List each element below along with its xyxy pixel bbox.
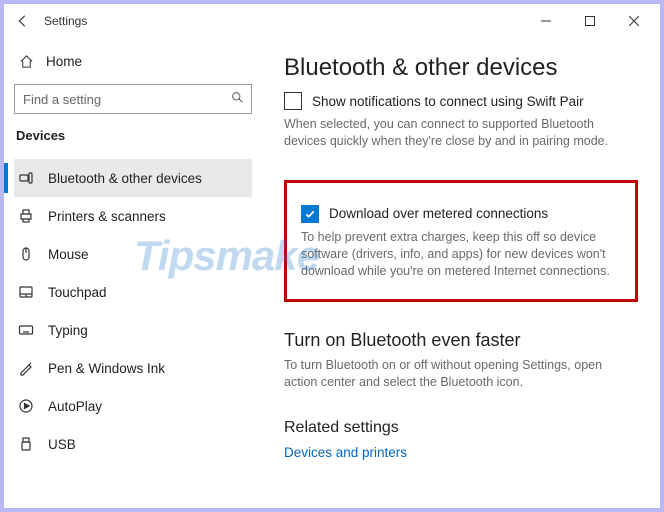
page-title: Bluetooth & other devices xyxy=(284,54,638,82)
metered-row: Download over metered connections xyxy=(301,205,621,223)
usb-icon xyxy=(16,436,36,452)
search-wrap xyxy=(14,84,252,114)
swift-pair-label: Show notifications to connect using Swif… xyxy=(312,94,584,109)
sidebar-home-label: Home xyxy=(46,54,82,69)
sidebar-home[interactable]: Home xyxy=(14,44,252,78)
swift-pair-checkbox[interactable] xyxy=(284,92,302,110)
sidebar-item-label: Pen & Windows Ink xyxy=(48,361,165,376)
metered-desc: To help prevent extra charges, keep this… xyxy=(301,229,621,280)
metered-highlight: Download over metered connections To hel… xyxy=(284,180,638,303)
search-input[interactable] xyxy=(14,84,252,114)
faster-desc: To turn Bluetooth on or off without open… xyxy=(284,357,638,391)
sidebar-item-printers[interactable]: Printers & scanners xyxy=(14,197,252,235)
sidebar-section-header: Devices xyxy=(14,128,252,143)
sidebar: Home Devices Bluetooth & other devices P… xyxy=(4,38,262,508)
faster-section: Turn on Bluetooth even faster To turn Bl… xyxy=(284,330,638,391)
main-pane: Bluetooth & other devices Show notificat… xyxy=(262,38,660,508)
sidebar-item-label: Typing xyxy=(48,323,88,338)
sidebar-item-label: USB xyxy=(48,437,76,452)
sidebar-item-pen[interactable]: Pen & Windows Ink xyxy=(14,349,252,387)
related-title: Related settings xyxy=(284,419,638,437)
sidebar-item-usb[interactable]: USB xyxy=(14,425,252,463)
sidebar-item-autoplay[interactable]: AutoPlay xyxy=(14,387,252,425)
app-title: Settings xyxy=(44,14,87,28)
sidebar-item-touchpad[interactable]: Touchpad xyxy=(14,273,252,311)
back-button[interactable] xyxy=(8,6,38,36)
sidebar-item-mouse[interactable]: Mouse xyxy=(14,235,252,273)
pen-icon xyxy=(16,360,36,376)
titlebar: Settings xyxy=(4,4,660,38)
sidebar-item-typing[interactable]: Typing xyxy=(14,311,252,349)
sidebar-nav: Bluetooth & other devices Printers & sca… xyxy=(14,159,252,463)
mouse-icon xyxy=(16,246,36,262)
printer-icon xyxy=(16,208,36,224)
sidebar-item-label: Mouse xyxy=(48,247,89,262)
minimize-button[interactable] xyxy=(524,6,568,36)
window-controls xyxy=(524,6,656,36)
bluetooth-icon xyxy=(16,170,36,186)
touchpad-icon xyxy=(16,284,36,300)
sidebar-item-label: Printers & scanners xyxy=(48,209,166,224)
faster-title: Turn on Bluetooth even faster xyxy=(284,330,638,351)
devices-printers-link[interactable]: Devices and printers xyxy=(284,445,407,460)
maximize-button[interactable] xyxy=(568,6,612,36)
swift-pair-desc: When selected, you can connect to suppor… xyxy=(284,116,638,150)
sidebar-item-label: Bluetooth & other devices xyxy=(48,171,202,186)
related-section: Related settings Devices and printers xyxy=(284,419,638,462)
autoplay-icon xyxy=(16,398,36,414)
keyboard-icon xyxy=(16,322,36,338)
swift-pair-row: Show notifications to connect using Swif… xyxy=(284,92,638,110)
metered-checkbox[interactable] xyxy=(301,205,319,223)
close-button[interactable] xyxy=(612,6,656,36)
search-icon xyxy=(231,91,244,107)
sidebar-item-label: AutoPlay xyxy=(48,399,102,414)
metered-label: Download over metered connections xyxy=(329,206,548,221)
sidebar-item-bluetooth[interactable]: Bluetooth & other devices xyxy=(14,159,252,197)
home-icon xyxy=(16,54,36,69)
sidebar-item-label: Touchpad xyxy=(48,285,107,300)
